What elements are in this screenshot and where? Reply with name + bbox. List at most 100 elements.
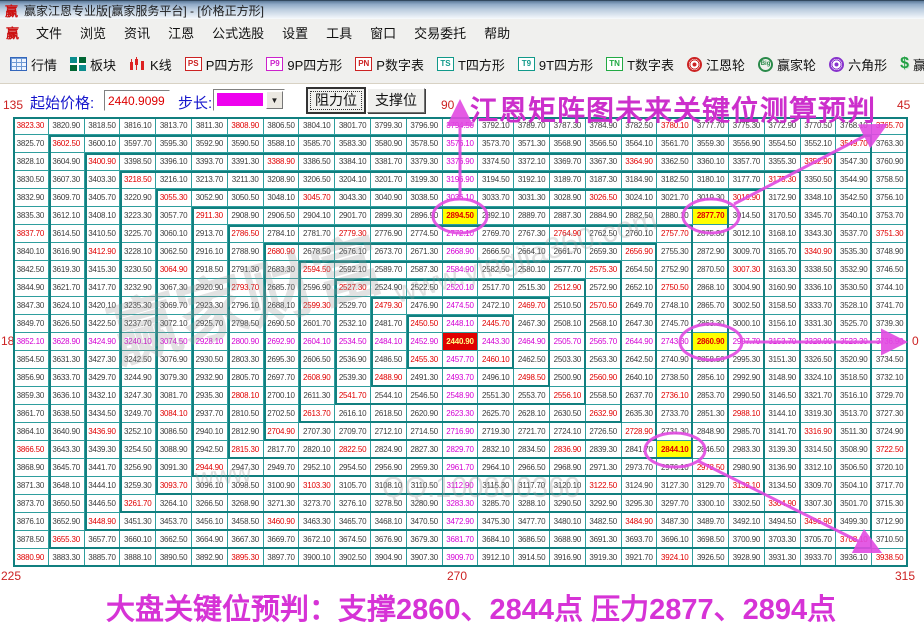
grid-cell: 3487.30	[657, 513, 693, 531]
menu-item-1[interactable]: 浏览	[71, 20, 115, 45]
grid-cell: 3590.50	[228, 135, 264, 153]
badge-icon: PN	[355, 57, 372, 71]
grid-cell: 3280.90	[407, 495, 443, 513]
grid-cell: 3708.10	[836, 531, 872, 549]
grid-cell: 3172.90	[765, 189, 801, 207]
toolbar-item-1[interactable]: 板块	[70, 55, 116, 74]
grid-cell: 2769.70	[478, 225, 514, 243]
grid-cell: 2551.30	[478, 387, 514, 405]
grid-cell: 3729.70	[872, 387, 908, 405]
menu-item-5[interactable]: 设置	[273, 20, 317, 45]
grid-cell: 2488.90	[371, 369, 407, 387]
grid-cell: 3300.10	[693, 495, 729, 513]
grid-cell: 3722.50	[872, 441, 908, 459]
grid-cell: 2455.30	[407, 351, 443, 369]
grid-cell: 2692.90	[264, 333, 300, 351]
grid-cell: 2731.30	[657, 423, 693, 441]
step-color-dropdown[interactable]: ▼	[213, 89, 285, 111]
grid-cell: 2968.90	[550, 459, 586, 477]
menu-item-3[interactable]: 江恩	[159, 20, 203, 45]
grid-cell: 2697.70	[264, 369, 300, 387]
grid-cell: 3374.50	[478, 153, 514, 171]
grid-cell: 2980.90	[729, 459, 765, 477]
toolbar-item-label: 六角形	[848, 55, 887, 74]
grid-cell: 3043.30	[335, 189, 371, 207]
grid-cell: 3856.90	[13, 369, 49, 387]
grid-cell: 3057.70	[156, 207, 192, 225]
menu-item-0[interactable]: 文件	[27, 20, 71, 45]
grid-cell: 3609.70	[49, 189, 85, 207]
menu-item-8[interactable]: 交易委托	[405, 20, 475, 45]
grid-cell: 2457.70	[443, 351, 479, 369]
toolbar-item-6[interactable]: TST四方形	[437, 55, 505, 74]
menu-item-4[interactable]: 公式选股	[203, 20, 273, 45]
grid-cell: 2668.90	[443, 243, 479, 261]
grid-cell: 2882.50	[622, 207, 658, 225]
grid-cell: 3180.10	[693, 171, 729, 189]
grid-cell: 3439.30	[85, 441, 121, 459]
grid-cell: 2625.70	[478, 405, 514, 423]
grid-cell: 3165.70	[765, 243, 801, 261]
toolbar-item-10[interactable]: Big赢家轮	[758, 55, 816, 74]
toolbar-item-7[interactable]: T99T四方形	[518, 55, 593, 74]
chevron-down-icon[interactable]: ▼	[266, 91, 283, 109]
toolbar-item-12[interactable]: $赢家服务	[900, 55, 924, 74]
grid-cell: 3016.90	[729, 189, 765, 207]
grid-cell: 3249.70	[120, 405, 156, 423]
grid-cell: 3175.30	[765, 171, 801, 189]
resistance-button[interactable]: 阻力位	[307, 88, 365, 113]
grid-cell: 3820.90	[49, 117, 85, 135]
badge-icon: TN	[606, 57, 623, 71]
grid-cell: 3475.30	[478, 513, 514, 531]
grid-cell: 2685.70	[264, 279, 300, 297]
grid-cell: 2745.70	[657, 315, 693, 333]
grid-cell: 3247.30	[120, 387, 156, 405]
menu-item-6[interactable]: 工具	[317, 20, 361, 45]
grid-cell: 3523.30	[836, 333, 872, 351]
angle-label-45: 45	[897, 98, 910, 112]
toolbar-item-3[interactable]: PSP四方形	[185, 55, 254, 74]
grid-cell: 2640.10	[622, 369, 658, 387]
support-button[interactable]: 支撑位	[367, 88, 425, 113]
grid-cell: 3336.10	[801, 279, 837, 297]
grid-cell: 3290.50	[550, 495, 586, 513]
grid-cell: 3362.50	[657, 153, 693, 171]
grid-cell: 3432.10	[85, 387, 121, 405]
toolbar-item-5[interactable]: PNP数字表	[355, 55, 424, 74]
toolbar-item-8[interactable]: TNT数字表	[606, 55, 674, 74]
grid-cell: 3588.10	[264, 135, 300, 153]
grid-cell: 2498.50	[514, 369, 550, 387]
start-price-input[interactable]	[104, 90, 170, 111]
menu-item-2[interactable]: 资讯	[115, 20, 159, 45]
toolbar-item-4[interactable]: P99P四方形	[266, 55, 342, 74]
grid-cell: 3108.10	[371, 477, 407, 495]
grid-cell: 2445.70	[478, 315, 514, 333]
grid-cell: 2508.10	[550, 315, 586, 333]
grid-cell: 3321.70	[801, 387, 837, 405]
grid-cell: 2925.70	[192, 315, 228, 333]
grid-cell: 3556.90	[729, 135, 765, 153]
grid-cell: 2584.90	[443, 261, 479, 279]
menu-item-9[interactable]: 帮助	[475, 20, 519, 45]
toolbar-item-2[interactable]: K线	[129, 55, 172, 74]
grid-cell: 3069.70	[156, 297, 192, 315]
grid-cell: 2827.30	[407, 441, 443, 459]
toolbar-item-0[interactable]: 行情	[10, 55, 57, 74]
candlestick-icon	[129, 57, 146, 72]
grid-cell: 3662.50	[156, 531, 192, 549]
grid-cell: 2952.10	[299, 459, 335, 477]
grid-cell: 3468.10	[371, 513, 407, 531]
grid-cell: 3345.70	[801, 207, 837, 225]
toolbar-item-11[interactable]: 六角形	[829, 55, 887, 74]
menu-item-7[interactable]: 窗口	[361, 20, 405, 45]
grid-cell: 3252.10	[120, 423, 156, 441]
toolbar-item-9[interactable]: 江恩轮	[687, 55, 745, 74]
grid-cell: 3314.50	[801, 441, 837, 459]
grid-cell: 3012.10	[729, 225, 765, 243]
grid-cell: 2836.90	[550, 441, 586, 459]
grid-cell: 2788.90	[228, 243, 264, 261]
grid-cell: 3074.50	[156, 333, 192, 351]
grid-cell: 2452.90	[407, 333, 443, 351]
grid-cell: 3864.10	[13, 423, 49, 441]
grid-cell: 3835.30	[13, 207, 49, 225]
